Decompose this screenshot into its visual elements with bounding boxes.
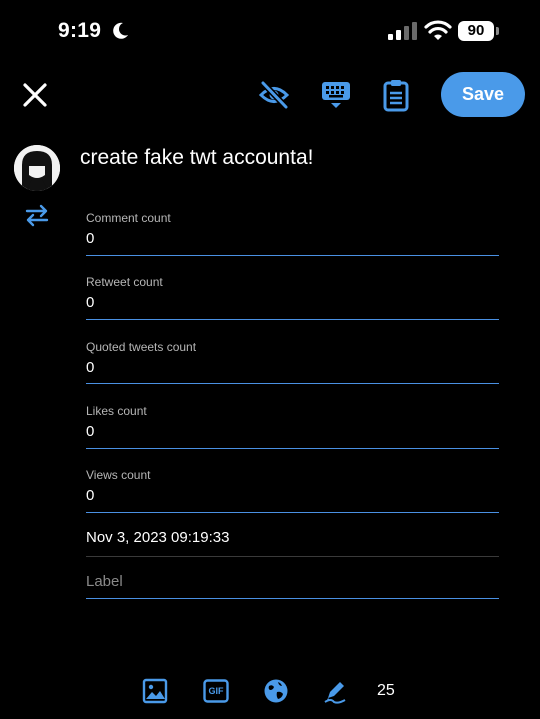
quoted-tweets-count-label: Quoted tweets count (86, 340, 197, 354)
field-underline (86, 319, 499, 320)
label-input[interactable] (86, 571, 486, 591)
gif-icon[interactable]: GIF (203, 678, 229, 704)
wifi-icon (424, 20, 452, 40)
likes-count-value[interactable]: 0 (86, 423, 499, 441)
field-underline (86, 255, 499, 256)
date-field[interactable]: Nov 3, 2023 09:19:33 (86, 529, 229, 546)
draw-pencil-icon[interactable] (322, 678, 348, 704)
swap-arrows-icon[interactable] (24, 202, 50, 228)
keyboard-icon[interactable] (320, 79, 352, 111)
clipboard-icon[interactable] (381, 78, 411, 112)
date-divider (86, 556, 499, 557)
character-count: 25 (377, 682, 395, 699)
likes-count-label: Likes count (86, 404, 147, 418)
battery-level: 90 (467, 22, 485, 39)
field-underline (86, 448, 499, 449)
retweet-count-label: Retweet count (86, 275, 163, 289)
hide-eye-icon[interactable] (258, 80, 290, 110)
comment-count-value[interactable]: 0 (86, 230, 499, 248)
quoted-tweets-count-field[interactable]: Quoted tweets count 0 (86, 340, 499, 384)
retweet-count-value[interactable]: 0 (86, 294, 499, 312)
field-underline (86, 383, 499, 384)
views-count-field[interactable]: Views count 0 (86, 468, 499, 513)
tweet-text[interactable]: create fake twt accounta! (80, 146, 313, 170)
comment-count-field[interactable]: Comment count 0 (86, 211, 499, 256)
quoted-tweets-count-value[interactable]: 0 (86, 359, 499, 377)
views-count-value[interactable]: 0 (86, 487, 499, 505)
comment-count-label: Comment count (86, 211, 171, 225)
image-icon[interactable] (142, 678, 168, 704)
retweet-count-field[interactable]: Retweet count 0 (86, 275, 499, 320)
globe-icon[interactable] (263, 678, 289, 704)
views-count-label: Views count (86, 468, 151, 482)
save-button[interactable]: Save (441, 72, 525, 117)
close-icon[interactable] (20, 80, 50, 110)
avatar-image (14, 145, 60, 191)
avatar[interactable] (14, 145, 60, 191)
label-underline (86, 598, 499, 599)
gif-label: GIF (208, 686, 224, 696)
field-underline (86, 512, 499, 513)
battery-indicator: 90 (458, 21, 500, 42)
moon-icon (113, 22, 128, 39)
cellular-signal-icon (388, 22, 417, 40)
likes-count-field[interactable]: Likes count 0 (86, 404, 499, 449)
status-time: 9:19 (58, 19, 102, 42)
